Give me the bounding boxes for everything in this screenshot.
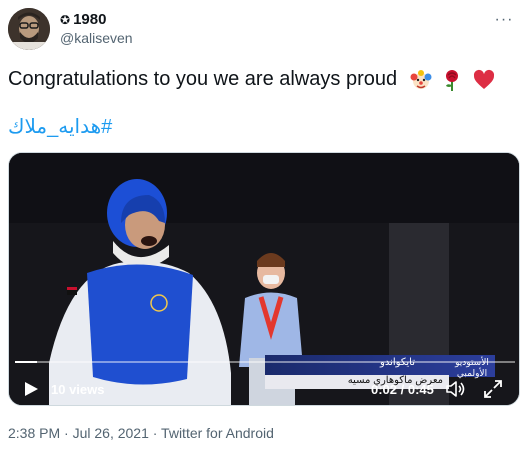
view-count: 10 views <box>51 382 105 397</box>
red-heart-icon <box>473 69 494 89</box>
circled-star-icon: ✪ <box>60 12 71 27</box>
video-controls: 10 views 0:02 / 0:45 <box>9 357 519 405</box>
hashtag-link[interactable]: #هدايه_ملاك <box>8 115 112 139</box>
fullscreen-icon[interactable] <box>483 379 503 399</box>
clown-face-icon <box>410 69 432 89</box>
avatar[interactable] <box>8 8 50 50</box>
progress-fill <box>15 361 37 363</box>
video-player[interactable]: تايكواندو معرض ماكوهاري مسيه الأستوديو ا… <box>8 152 520 406</box>
video-time: 0:02 / 0:45 <box>371 382 434 397</box>
more-options-button[interactable]: ··· <box>492 10 516 30</box>
rose-icon <box>446 69 459 91</box>
tweet-header: ✪ 1980 @kaliseven ··· <box>8 6 520 52</box>
tweet-text: Congratulations to you we are always pro… <box>8 67 496 92</box>
author-handle[interactable]: @kaliseven <box>60 29 133 48</box>
tweet-timestamp[interactable]: 2:38 PM · Jul 26, 2021 · Twitter for And… <box>8 424 274 442</box>
volume-icon[interactable] <box>445 379 467 399</box>
more-icon: ··· <box>494 11 514 28</box>
progress-bar[interactable] <box>15 361 515 363</box>
display-name[interactable]: ✪ 1980 <box>60 10 133 29</box>
play-icon[interactable] <box>23 381 39 397</box>
author-names: ✪ 1980 @kaliseven <box>60 10 133 48</box>
tweet-card[interactable]: ✪ 1980 @kaliseven ··· Congratulations to… <box>0 0 528 450</box>
display-name-text: 1980 <box>73 11 107 28</box>
tweet-body: Congratulations to you we are always pro… <box>8 68 398 90</box>
